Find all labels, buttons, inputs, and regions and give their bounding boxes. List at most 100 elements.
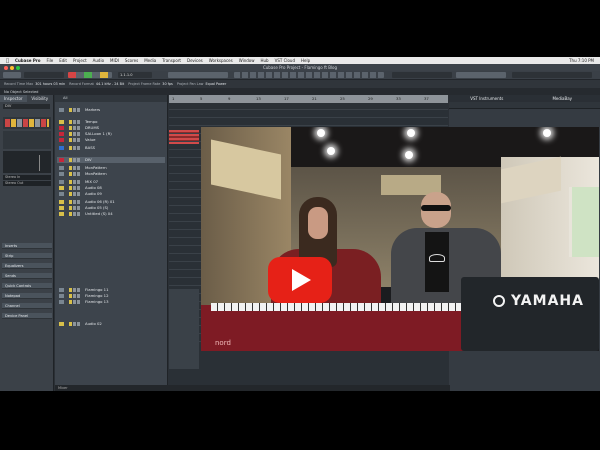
section-inserts[interactable]: Inserts: [2, 243, 52, 249]
section-channel[interactable]: Channel: [2, 303, 52, 309]
apple-icon[interactable]: : [6, 58, 9, 64]
track-mute-solo-buttons[interactable]: [69, 132, 81, 136]
section-equalizers[interactable]: Equalizers: [2, 263, 52, 269]
toolbar-counter: 1.1.1.0: [118, 72, 152, 78]
transport-controls[interactable]: [168, 72, 228, 78]
status-text: No Object Selected: [4, 89, 39, 94]
track-mute-solo-buttons[interactable]: [69, 180, 81, 184]
snap-settings[interactable]: [392, 72, 452, 78]
menu-midi[interactable]: MIDI: [110, 58, 119, 63]
track-list-header[interactable]: All: [55, 95, 167, 102]
track-row[interactable]: MonPattern: [57, 171, 165, 177]
ruler-mark: 29: [368, 96, 373, 101]
track-row[interactable]: Untitled (S) 04: [57, 211, 165, 217]
quantize-settings[interactable]: [456, 72, 506, 78]
menu-file[interactable]: File: [47, 58, 54, 63]
record-time-max-label: Record Time Max: [4, 82, 34, 86]
track-color-swatch: [59, 158, 64, 162]
vsti-toolbar[interactable]: [449, 102, 600, 109]
ruler-mark: 5: [200, 96, 203, 101]
timeline-ruler[interactable]: 1 5 9 13 17 21 25 29 33 37: [169, 95, 448, 103]
window-layout-controls[interactable]: [512, 72, 592, 78]
tab-vst-instruments[interactable]: VST Instruments: [449, 96, 525, 101]
menu-hub[interactable]: Hub: [261, 58, 269, 63]
track-mute-solo-buttons[interactable]: [69, 212, 81, 216]
section-device-panel[interactable]: Device Panel: [2, 313, 52, 319]
menu-edit[interactable]: Edit: [59, 58, 67, 63]
menu-help[interactable]: Help: [301, 58, 310, 63]
track-row[interactable]: BASS: [57, 145, 165, 151]
track-mute-solo-buttons[interactable]: [69, 108, 81, 112]
track-color-swatch: [59, 180, 64, 184]
menu-scores[interactable]: Scores: [125, 58, 138, 63]
section-quick-controls[interactable]: Quick Controls: [2, 283, 52, 289]
sunglasses-icon: [421, 205, 451, 211]
menu-project[interactable]: Project: [73, 58, 87, 63]
track-row[interactable]: DIV: [57, 157, 165, 163]
track-mute-solo-buttons[interactable]: [69, 166, 81, 170]
section-notepad[interactable]: Notepad: [2, 293, 52, 299]
track-mute-solo-buttons[interactable]: [69, 138, 81, 142]
track-name: Flamingo 13: [85, 299, 109, 304]
toolbar-touch-mode-dropdown[interactable]: [24, 72, 64, 78]
right-zone-tabs: VST Instruments MediaBay: [449, 95, 600, 102]
record-format-value[interactable]: 44.1 kHz - 24 Bit: [96, 82, 124, 86]
track-name: SALLoon 1 (R): [85, 131, 112, 136]
tool-buttons[interactable]: [234, 72, 384, 78]
track-mute-solo-buttons[interactable]: [69, 322, 81, 326]
track-row[interactable]: Value: [57, 137, 165, 143]
toolbar-status-buttons[interactable]: [68, 72, 112, 78]
record-time-max-value[interactable]: 301 hours 03 min: [35, 82, 65, 86]
track-name: BASS: [85, 145, 96, 150]
track-mute-solo-buttons[interactable]: [69, 288, 81, 292]
track-mute-solo-buttons[interactable]: [69, 294, 81, 298]
track-name: Flamingo 12: [85, 293, 109, 298]
volume-pan-area: [3, 131, 51, 149]
menu-cubase[interactable]: Cubase Pro: [15, 58, 40, 63]
track-mute-solo-buttons[interactable]: [69, 146, 81, 150]
track-mute-solo-buttons[interactable]: [69, 172, 81, 176]
track-row[interactable]: Audio 02: [57, 321, 165, 327]
toolbar-activate-button[interactable]: [3, 72, 21, 78]
track-mute-solo-buttons[interactable]: [69, 126, 81, 130]
mute-solo-record-buttons[interactable]: [5, 119, 49, 127]
track-mute-solo-buttons[interactable]: [69, 300, 81, 304]
menu-devices[interactable]: Devices: [187, 58, 203, 63]
track-mute-solo-buttons[interactable]: [69, 120, 81, 124]
menu-transport[interactable]: Transport: [162, 58, 181, 63]
track-color-swatch: [59, 126, 64, 130]
tab-mediabay[interactable]: MediaBay: [525, 96, 600, 101]
video-overlay[interactable]: nord YAMAHA: [201, 127, 599, 351]
frame-rate-value[interactable]: 30 fps: [162, 82, 173, 86]
track-mute-solo-buttons[interactable]: [69, 200, 81, 204]
menu-workspaces[interactable]: Workspaces: [209, 58, 233, 63]
track-row[interactable]: Audio 09: [57, 191, 165, 197]
track-row[interactable]: Markers: [57, 107, 165, 113]
ceiling-light-icon: [405, 151, 413, 159]
lower-zone-bar[interactable]: Mixer: [55, 385, 450, 391]
track-mute-solo-buttons[interactable]: [69, 192, 81, 196]
pan-law-value[interactable]: Equal Power: [205, 82, 226, 86]
section-sends[interactable]: Sends: [2, 273, 52, 279]
track-name: Audio 06 (R) 01: [85, 199, 115, 204]
track-mute-solo-buttons[interactable]: [69, 206, 81, 210]
musician-right-shirt: [425, 232, 449, 292]
menu-media[interactable]: Media: [144, 58, 156, 63]
tab-inspector[interactable]: Inspector: [0, 95, 27, 102]
tab-visibility[interactable]: Visibility: [27, 95, 54, 102]
status-line: No Object Selected: [0, 88, 600, 95]
inspector-track-name[interactable]: DIV: [3, 104, 50, 109]
menu-vst-cloud[interactable]: VST Cloud: [275, 58, 295, 63]
menu-window[interactable]: Window: [239, 58, 255, 63]
section-strip[interactable]: Strip: [2, 253, 52, 259]
track-row[interactable]: Flamingo 13: [57, 299, 165, 305]
input-routing[interactable]: Stereo In: [3, 175, 51, 180]
track-mute-solo-buttons[interactable]: [69, 186, 81, 190]
volume-fader[interactable]: [39, 155, 40, 171]
menu-audio[interactable]: Audio: [93, 58, 104, 63]
yamaha-brand-label: YAMAHA: [511, 293, 584, 309]
output-routing[interactable]: Stereo Out: [3, 181, 51, 186]
track-buttons[interactable]: [3, 117, 51, 129]
track-mute-solo-buttons[interactable]: [69, 158, 81, 162]
track-name: Audio 09: [85, 191, 102, 196]
